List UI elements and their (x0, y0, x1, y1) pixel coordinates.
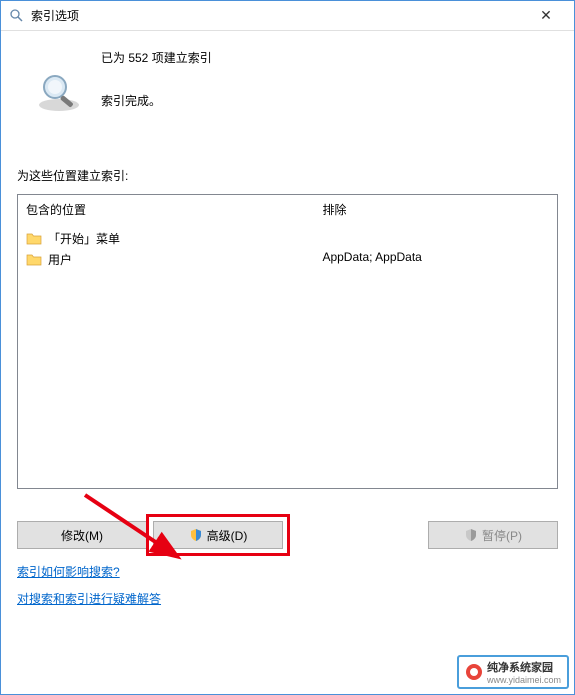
list-item[interactable]: 用户 (26, 249, 306, 270)
dialog-content: 已为 552 项建立索引 索引完成。 为这些位置建立索引: 包含的位置 「开始」… (1, 31, 574, 694)
folder-icon (26, 231, 42, 247)
index-count-text: 已为 552 项建立索引 (101, 49, 212, 66)
locations-label: 为这些位置建立索引: (17, 167, 558, 184)
buttons-row: 修改(M) 高级(D) 暂停(P) (17, 521, 558, 549)
item-label: 用户 (48, 251, 72, 268)
excluded-header: 排除 (314, 195, 557, 224)
button-label: 暂停(P) (482, 527, 522, 544)
advanced-button[interactable]: 高级(D) (153, 521, 283, 549)
button-label: 修改(M) (61, 527, 103, 544)
how-indexing-affects-link[interactable]: 索引如何影响搜索? (17, 563, 120, 580)
list-item[interactable]: 「开始」菜单 (26, 228, 306, 249)
excluded-column: 排除 AppData; AppData (314, 195, 557, 488)
excluded-text: AppData; AppData (322, 250, 549, 264)
help-links: 索引如何影响搜索? 对搜索和索引进行疑难解答 (17, 563, 558, 617)
status-texts: 已为 552 项建立索引 索引完成。 (101, 49, 212, 117)
included-body: 「开始」菜单 用户 (18, 224, 314, 274)
excluded-body: AppData; AppData (314, 224, 557, 268)
close-button[interactable]: ✕ (526, 2, 566, 30)
magnifier-icon (35, 69, 83, 117)
included-header: 包含的位置 (18, 195, 314, 224)
app-icon (9, 8, 25, 24)
watermark-logo-icon (465, 663, 483, 681)
shield-icon (464, 528, 478, 542)
watermark-name: 纯净系统家园 (487, 659, 561, 675)
shield-icon (189, 528, 203, 542)
indexing-options-dialog: 索引选项 ✕ 已为 552 项建立索引 索引完成。 为这些位置建立索引: (0, 0, 575, 695)
modify-button[interactable]: 修改(M) (17, 521, 147, 549)
index-complete-text: 索引完成。 (101, 92, 212, 109)
item-label: 「开始」菜单 (48, 230, 120, 247)
pause-button: 暂停(P) (428, 521, 558, 549)
status-area: 已为 552 项建立索引 索引完成。 (35, 49, 558, 117)
watermark: 纯净系统家园 www.yidaimei.com (457, 655, 569, 689)
included-column: 包含的位置 「开始」菜单 用户 (18, 195, 314, 488)
window-title: 索引选项 (31, 7, 526, 24)
troubleshoot-link[interactable]: 对搜索和索引进行疑难解答 (17, 590, 161, 607)
watermark-url: www.yidaimei.com (487, 675, 561, 685)
button-label: 高级(D) (207, 527, 248, 544)
folder-icon (26, 252, 42, 268)
locations-listbox[interactable]: 包含的位置 「开始」菜单 用户 (17, 194, 558, 489)
titlebar: 索引选项 ✕ (1, 1, 574, 31)
close-icon: ✕ (540, 7, 552, 24)
